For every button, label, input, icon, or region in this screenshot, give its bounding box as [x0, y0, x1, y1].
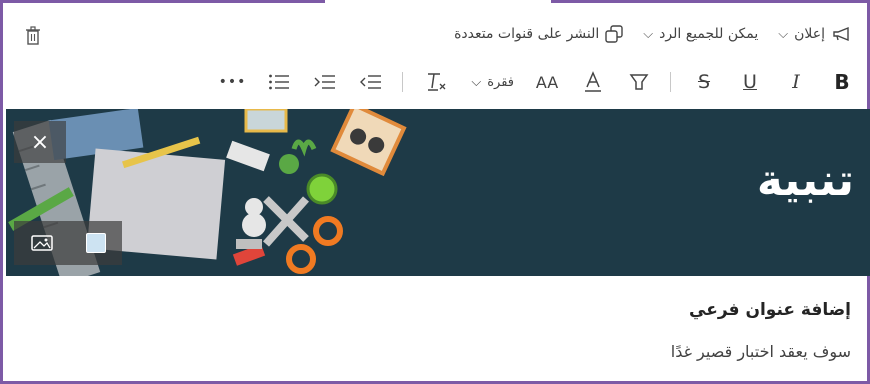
chevron-down-icon: ⌵: [643, 26, 654, 42]
remove-banner-button[interactable]: ×: [14, 121, 66, 163]
subtitle-field[interactable]: إضافة عنوان فرعي: [689, 300, 851, 320]
announcement-title[interactable]: تنبية: [757, 155, 854, 206]
announcement-banner: × تنبية: [6, 109, 870, 276]
highlighter-icon: [629, 74, 649, 90]
close-icon: ×: [30, 129, 50, 155]
toolbar-divider: [402, 72, 404, 92]
increase-indent-button[interactable]: [312, 67, 338, 97]
paragraph-style-label: فقرة: [487, 74, 514, 90]
font-size-button[interactable]: AA: [534, 67, 560, 97]
chevron-down-icon: ⌵: [778, 26, 789, 42]
reply-permission-label: يمكن للجميع الرد: [659, 26, 759, 42]
format-toolbar: B I U S AA فقرة ⌵ •••: [163, 66, 855, 98]
post-type-dropdown[interactable]: إعلان ⌵: [778, 26, 851, 42]
toolbar-divider: [670, 72, 671, 92]
indent-icon: [314, 75, 336, 89]
decrease-indent-button[interactable]: [358, 67, 384, 97]
highlight-button[interactable]: [626, 67, 652, 97]
outdent-icon: [360, 75, 382, 89]
message-body[interactable]: سوف يعقد اختبار قصير غدًا: [671, 342, 851, 361]
bullet-list-icon: [269, 74, 290, 90]
frame-accent-right: [551, 0, 870, 3]
image-icon[interactable]: [30, 233, 54, 253]
clear-format-button[interactable]: [423, 67, 449, 97]
megaphone-icon: [833, 26, 849, 42]
post-options-bar: إعلان ⌵ يمكن للجميع الرد ⌵ النشر على قنو…: [17, 18, 851, 50]
chevron-down-icon: ⌵: [471, 74, 482, 90]
banner-image-controls: [14, 221, 122, 265]
banner-color-swatch[interactable]: [86, 233, 106, 253]
bullet-list-button[interactable]: [266, 67, 292, 97]
reply-permission-dropdown[interactable]: يمكن للجميع الرد ⌵: [643, 26, 758, 42]
bold-button[interactable]: B: [829, 67, 855, 97]
clear-format-icon: [428, 73, 446, 91]
font-color-button[interactable]: [580, 67, 606, 97]
copy-channels-icon: [605, 25, 623, 43]
font-color-icon: [585, 71, 601, 92]
more-options-button[interactable]: •••: [219, 67, 247, 97]
multichannel-label: النشر على قنوات متعددة: [454, 26, 600, 42]
post-type-label: إعلان: [794, 26, 825, 42]
frame-accent-left: [3, 0, 325, 3]
strikethrough-button[interactable]: S: [691, 67, 717, 97]
multichannel-button[interactable]: النشر على قنوات متعددة: [454, 25, 623, 43]
italic-button[interactable]: I: [783, 67, 809, 97]
compose-frame: إعلان ⌵ يمكن للجميع الرد ⌵ النشر على قنو…: [0, 0, 870, 384]
school-supplies-illustration: [8, 109, 407, 276]
paragraph-style-dropdown[interactable]: فقرة ⌵: [471, 75, 514, 90]
underline-button[interactable]: U: [737, 67, 763, 97]
